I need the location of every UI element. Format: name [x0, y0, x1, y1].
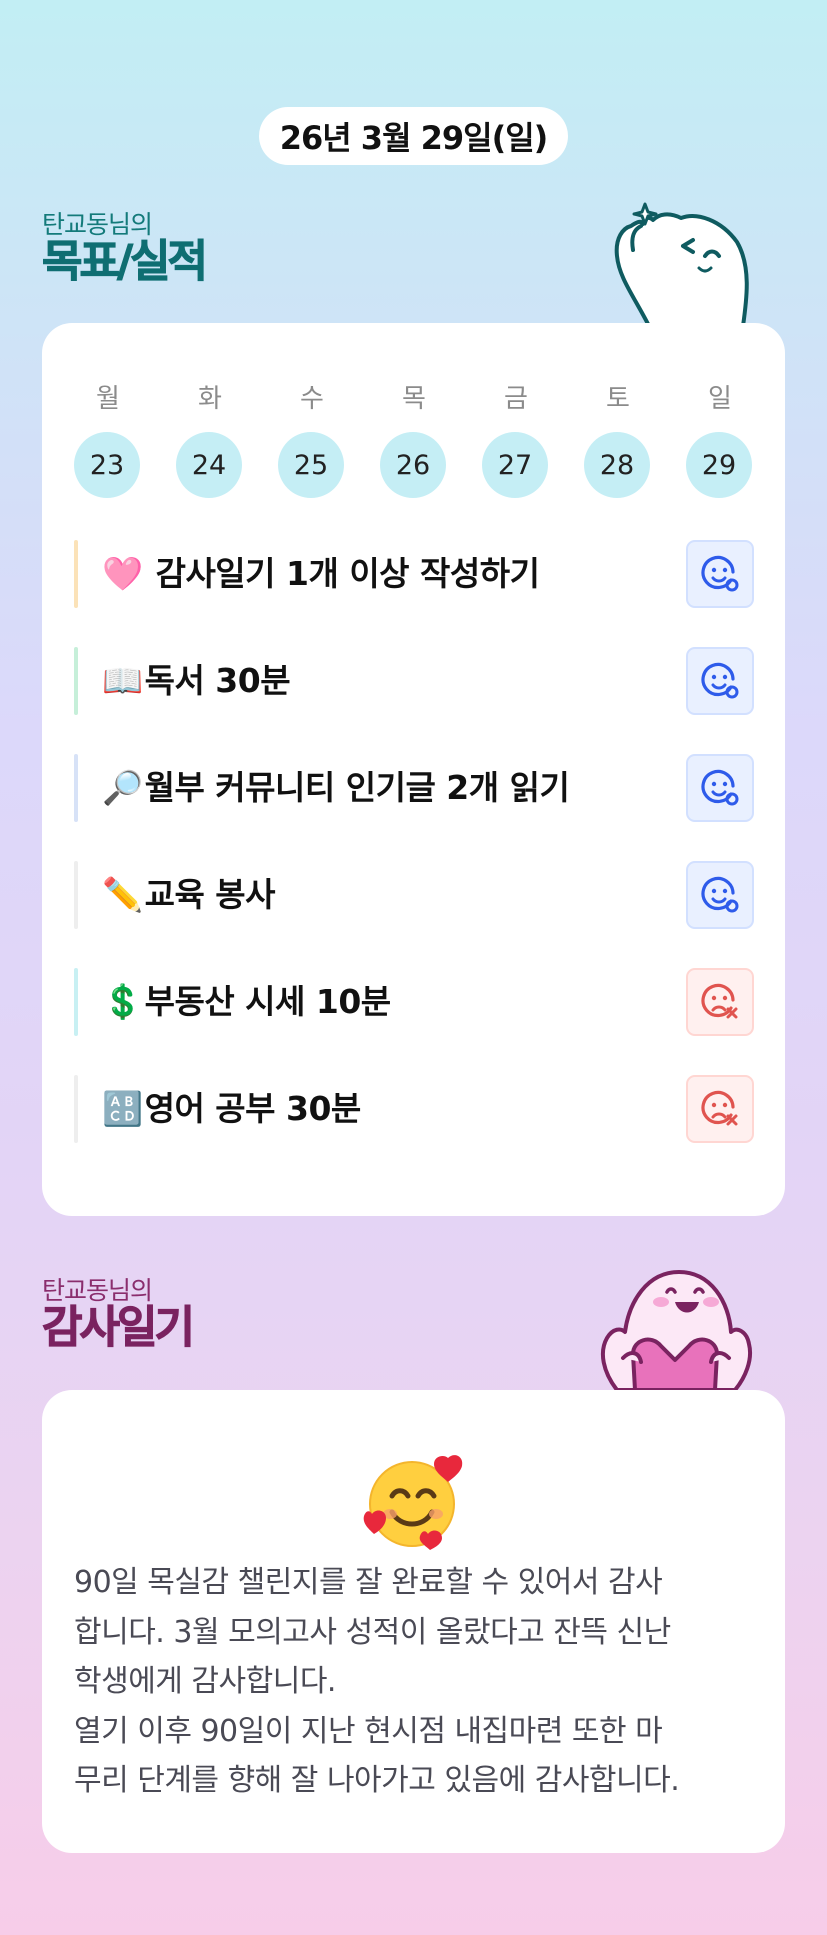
date-pill[interactable]: 26년 3월 29일(일)	[259, 107, 568, 165]
smile-check-icon	[701, 769, 739, 806]
day-column[interactable]: 토 28	[584, 379, 652, 498]
goal-text: 교육 봉사	[144, 875, 276, 914]
week-calendar: 월 23 화 24 수 25 목 26 금 27 토 28 일 29	[74, 379, 754, 498]
diary-text: 90일 목실감 챌린지를 잘 완료할 수 있어서 감사 합니다. 3월 모의고사…	[74, 1565, 680, 1798]
day-number[interactable]: 28	[584, 432, 650, 498]
day-number[interactable]: 29	[686, 432, 752, 498]
goal-label: 📖독서 30분	[102, 647, 291, 715]
sad-x-icon	[701, 1090, 738, 1126]
day-column[interactable]: 화 24	[176, 379, 244, 498]
date-label: 26년 3월 29일(일)	[279, 119, 549, 157]
day-name: 화	[198, 384, 222, 414]
goals-title: 목표/실적	[42, 236, 209, 287]
goal-emoji: ✏️	[102, 875, 143, 914]
day-number[interactable]: 27	[482, 432, 548, 498]
goal-row[interactable]: 🔠영어 공부 30분	[74, 1075, 754, 1143]
goals-owner-label: 탄교동님의	[42, 210, 153, 239]
goal-text: 부동산 시세 10분	[144, 982, 392, 1021]
day-name: 월	[96, 384, 120, 414]
goals-section-header: 탄교동님의 목표/실적	[42, 210, 209, 287]
goal-status-button[interactable]	[686, 1075, 754, 1143]
goal-label: 🩷 감사일기 1개 이상 작성하기	[102, 540, 540, 608]
goal-color-bar	[74, 968, 78, 1036]
diary-card: 90일 목실감 챌린지를 잘 완료할 수 있어서 감사 합니다. 3월 모의고사…	[42, 1390, 785, 1853]
goal-row[interactable]: 💲부동산 시세 10분	[74, 968, 754, 1036]
diary-title: 감사일기	[42, 1302, 196, 1353]
goal-color-bar	[74, 1075, 78, 1143]
goal-text: 독서 30분	[144, 661, 291, 700]
day-column[interactable]: 일 29	[686, 379, 754, 498]
heart-hugging-mascot-icon	[600, 1270, 752, 1390]
day-name: 토	[606, 384, 630, 414]
goal-color-bar	[74, 861, 78, 929]
goal-label: 🔎월부 커뮤니티 인기글 2개 읽기	[102, 754, 570, 822]
day-column[interactable]: 목 26	[380, 379, 448, 498]
goal-row[interactable]: 🔎월부 커뮤니티 인기글 2개 읽기	[74, 754, 754, 822]
goal-label: 💲부동산 시세 10분	[102, 968, 391, 1036]
day-column[interactable]: 월 23	[74, 379, 142, 498]
day-column[interactable]: 수 25	[278, 379, 346, 498]
goal-status-button[interactable]	[686, 754, 754, 822]
goal-row[interactable]: ✏️교육 봉사	[74, 861, 754, 929]
smile-check-icon	[701, 662, 739, 699]
day-number[interactable]: 25	[278, 432, 344, 498]
goal-color-bar	[74, 540, 78, 608]
goal-status-button[interactable]	[686, 861, 754, 929]
diary-section-header: 탄교동님의 감사일기	[42, 1276, 196, 1353]
goal-emoji: 💲	[102, 982, 143, 1021]
goal-text: 감사일기 1개 이상 작성하기	[144, 554, 540, 593]
goal-status-button[interactable]	[686, 968, 754, 1036]
goal-text: 월부 커뮤니티 인기글 2개 읽기	[144, 768, 570, 807]
goal-color-bar	[74, 754, 78, 822]
day-number[interactable]: 26	[380, 432, 446, 498]
day-name: 목	[402, 384, 426, 414]
day-number[interactable]: 24	[176, 432, 242, 498]
goals-card: 월 23 화 24 수 25 목 26 금 27 토 28 일 29 🩷 감사일	[42, 323, 785, 1216]
goal-text: 영어 공부 30분	[144, 1089, 362, 1128]
goal-row[interactable]: 📖독서 30분	[74, 647, 754, 715]
day-column[interactable]: 금 27	[482, 379, 550, 498]
ghost-mascot-icon	[614, 202, 749, 326]
goal-emoji: 🔎	[102, 768, 143, 807]
goal-row[interactable]: 🩷 감사일기 1개 이상 작성하기	[74, 540, 754, 608]
day-name: 일	[708, 384, 732, 414]
goal-emoji: 🔠	[102, 1089, 143, 1128]
day-number[interactable]: 23	[74, 432, 140, 498]
goal-status-button[interactable]	[686, 647, 754, 715]
goal-emoji: 📖	[102, 661, 143, 700]
goal-color-bar	[74, 647, 78, 715]
goal-label: 🔠영어 공부 30분	[102, 1075, 361, 1143]
diary-owner-label: 탄교동님의	[42, 1276, 153, 1305]
goal-status-button[interactable]	[686, 540, 754, 608]
day-name: 금	[504, 384, 528, 414]
goal-label: ✏️교육 봉사	[102, 861, 276, 929]
goal-emoji: 🩷	[102, 554, 143, 593]
day-name: 수	[300, 384, 324, 414]
smile-check-icon	[701, 555, 739, 592]
smile-check-icon	[701, 876, 739, 913]
smiling-face-with-hearts-icon	[363, 1455, 463, 1550]
sad-x-icon	[701, 983, 738, 1019]
